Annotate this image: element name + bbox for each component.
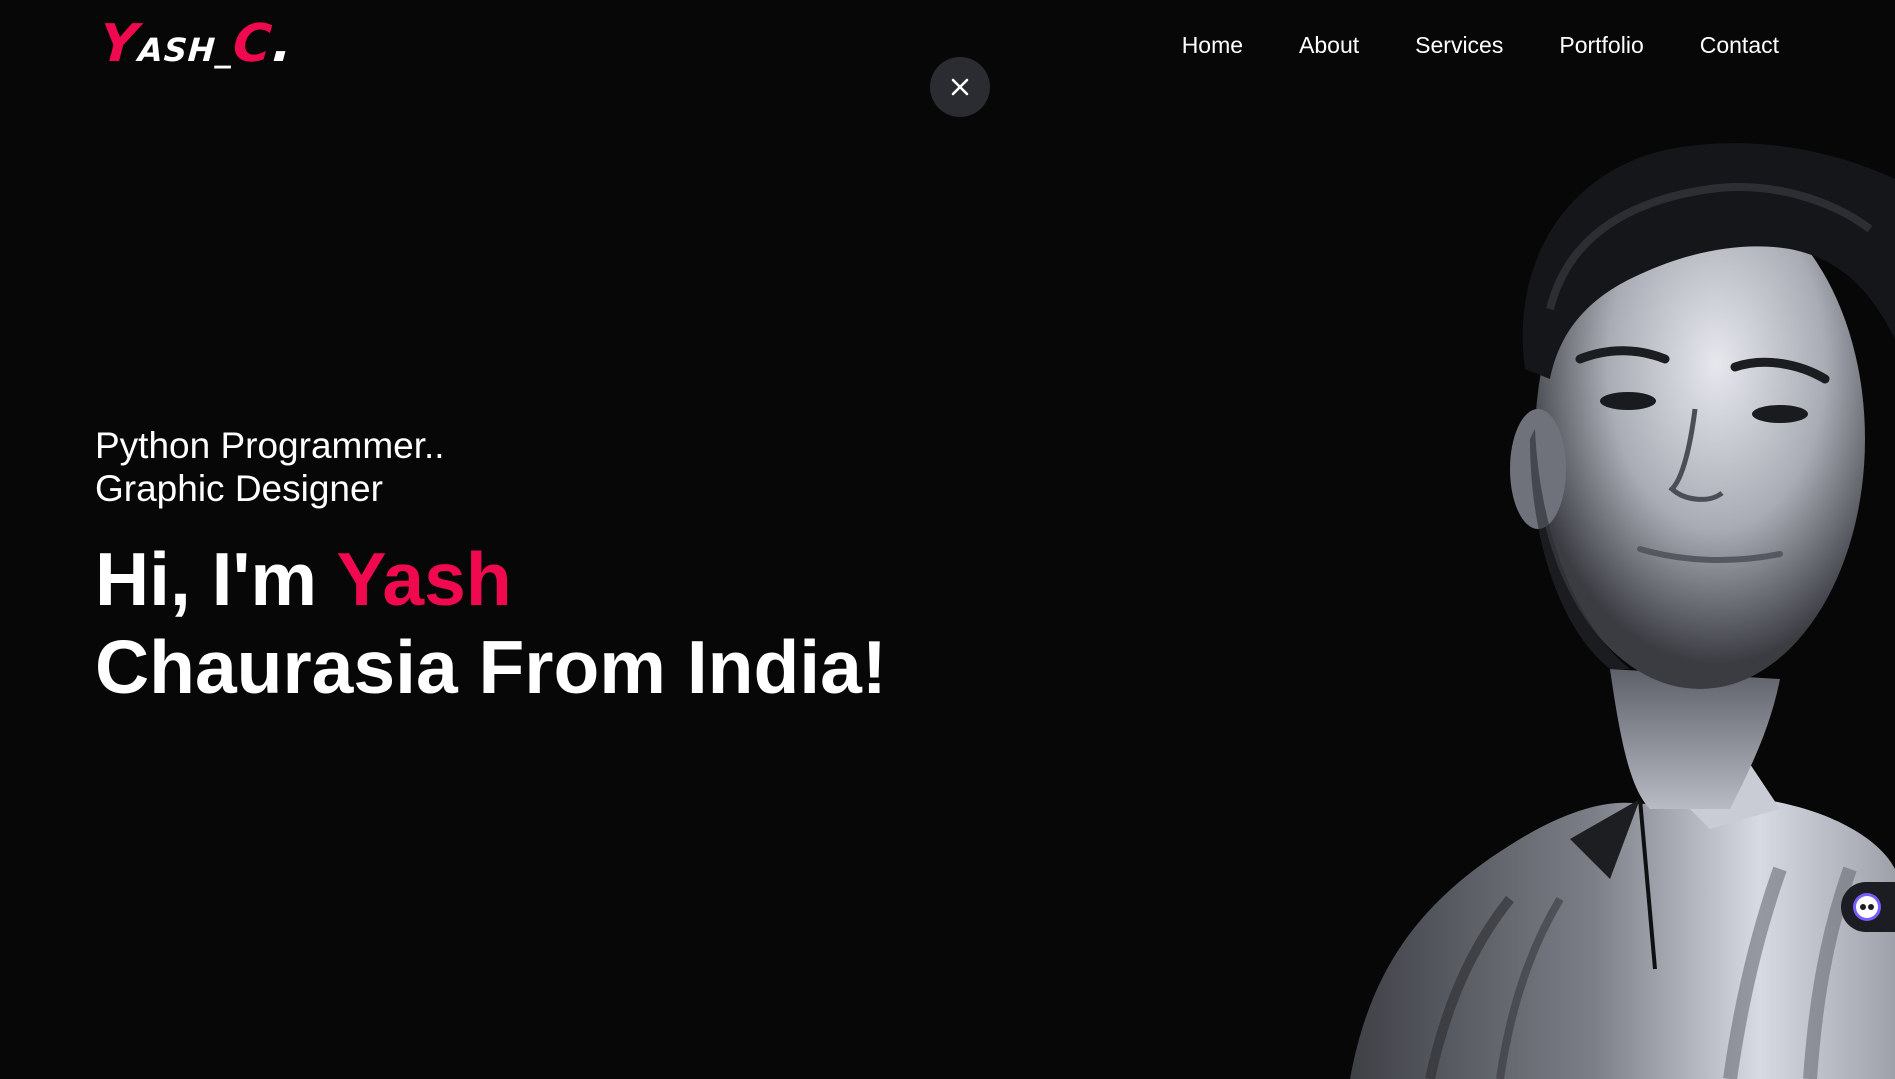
- greeting-name: Yash: [336, 537, 512, 621]
- greeting-prefix: Hi, I'm: [95, 537, 337, 621]
- logo-letter-c: C: [231, 14, 275, 74]
- main-nav: Home About Services Portfolio Contact: [1182, 32, 1779, 59]
- nav-portfolio[interactable]: Portfolio: [1559, 32, 1643, 59]
- close-icon: [951, 78, 969, 96]
- page: Y ASH_ C . Home About Services Portfolio…: [0, 0, 1895, 1079]
- chat-assistant-icon: [1853, 893, 1881, 921]
- role-designer: Graphic Designer: [95, 468, 383, 509]
- nav-home[interactable]: Home: [1182, 32, 1243, 59]
- greeting-line2: Chaurasia From India!: [95, 625, 887, 709]
- logo-dot: .: [270, 14, 296, 74]
- site-logo[interactable]: Y ASH_ C .: [98, 14, 295, 74]
- portrait-photo: [1350, 143, 1895, 1079]
- nav-services[interactable]: Services: [1415, 32, 1503, 59]
- hero-headline: Hi, I'm Yash Chaurasia From India!: [95, 535, 887, 711]
- logo-letter-y: Y: [97, 14, 141, 74]
- hero-roles: Python Programmer.. Graphic Designer: [95, 424, 445, 510]
- nav-contact[interactable]: Contact: [1700, 32, 1779, 59]
- logo-text: ASH_: [136, 31, 235, 69]
- chat-assistant-button[interactable]: [1841, 882, 1895, 932]
- close-button[interactable]: [930, 57, 990, 117]
- nav-about[interactable]: About: [1299, 32, 1359, 59]
- role-python: Python Programmer..: [95, 425, 445, 466]
